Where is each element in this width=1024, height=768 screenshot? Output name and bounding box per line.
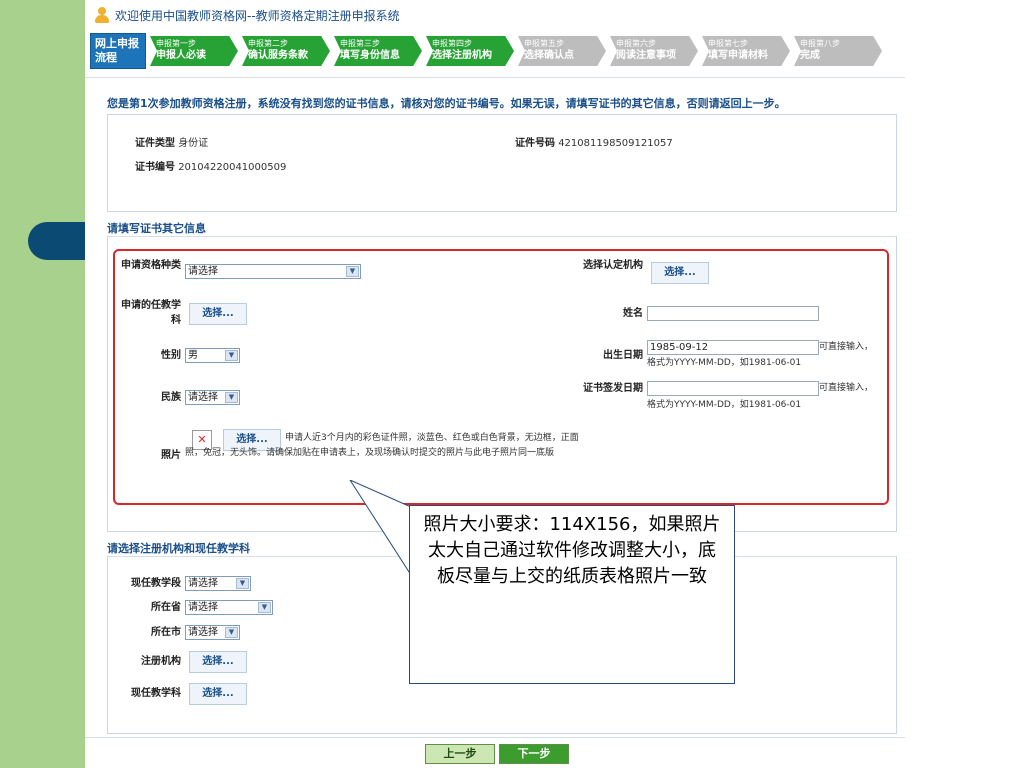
subject-label: 申请的任教学科 [121, 300, 181, 326]
id-type-label: 证件类型 [135, 138, 175, 149]
divider [85, 77, 905, 78]
stage-label: 现任教学段 [131, 578, 181, 589]
step-8-label: 完成 [800, 50, 820, 61]
id-number-label: 证件号码 [515, 138, 555, 149]
highlight-box [113, 249, 889, 505]
birth-hint-1: 可直接输入， [819, 342, 874, 352]
cert-no-value: 20104220041000509 [178, 162, 287, 173]
bottom-navigation: 上一步 下一步 [425, 744, 569, 764]
chevron-down-icon: ▼ [225, 392, 238, 403]
step-5-label: 选择确认点 [524, 50, 574, 61]
step-1-label: 申报人必读 [156, 50, 206, 61]
qualification-select-value: 请选择 [188, 266, 218, 277]
current-subject-choose-button[interactable]: 选择... [189, 683, 247, 705]
current-subject-label: 现任教学科 [131, 688, 181, 699]
id-type-row: 证件类型 身份证 [135, 134, 208, 149]
birth-input[interactable]: 1985-09-12 [647, 340, 819, 355]
step-1-number: 申报第一步 [156, 39, 196, 48]
issue-hint-1: 可直接输入， [819, 383, 874, 393]
issue-hint-2: 格式为YYYY-MM-DD，如1981-06-01 [647, 400, 802, 410]
next-button[interactable]: 下一步 [499, 744, 569, 764]
step-2[interactable]: 申报第二步确认服务条款 [242, 36, 330, 66]
step-3[interactable]: 申报第三步填写身份信息 [334, 36, 422, 66]
id-number-value: 421081198509121057 [558, 138, 673, 149]
subject-choose-button[interactable]: 选择... [189, 303, 247, 325]
gender-select-value: 男 [188, 350, 198, 361]
step-7: 申报第七步填写申请材料 [702, 36, 790, 66]
chevron-down-icon: ▼ [258, 602, 271, 613]
photo-label: 照片 [161, 450, 181, 461]
step-4-number: 申报第四步 [432, 39, 472, 48]
city-label: 所在市 [151, 627, 181, 638]
step-flow-title: 网上申报流程 [90, 33, 146, 69]
province-select[interactable]: 请选择 ▼ [185, 600, 273, 615]
other-info-title: 请填写证书其它信息 [107, 222, 206, 235]
page: 欢迎使用中国教师资格网--教师资格定期注册申报系统 网上申报流程 申报第一步 申报… [85, 0, 1024, 768]
qualification-label: 申请资格种类 [121, 260, 181, 271]
left-sidebar-tab [28, 222, 85, 260]
id-type-value: 身份证 [178, 138, 209, 149]
ethnicity-select-value: 请选择 [188, 392, 218, 403]
step-7-number: 申报第七步 [708, 39, 748, 48]
ethnicity-label: 民族 [161, 392, 181, 403]
name-input[interactable] [647, 306, 819, 321]
birth-hint-2: 格式为YYYY-MM-DD，如1981-06-01 [647, 358, 802, 368]
authority-label: 选择认定机构 [583, 260, 643, 271]
step-6-number: 申报第六步 [616, 39, 656, 48]
province-select-value: 请选择 [188, 602, 218, 613]
issue-date-input[interactable] [647, 381, 819, 396]
step-2-number: 申报第二步 [248, 39, 288, 48]
photo-description: 申请人近3个月内的彩色证件照，淡蓝色、红色或白色背景，无边框，正面照，免冠，无头… [185, 433, 579, 458]
chevron-down-icon: ▼ [225, 350, 238, 361]
ethnicity-select[interactable]: 请选择 ▼ [185, 390, 240, 405]
step-2-label: 确认服务条款 [248, 50, 308, 61]
step-6: 申报第六步阅读注意事项 [610, 36, 698, 66]
photo-size-callout: 照片大小要求：114X156，如果照片太大自己通过软件修改调整大小，底板尽量与上… [409, 505, 735, 684]
org-label: 注册机构 [141, 656, 181, 667]
step-1[interactable]: 申报第一步申报人必读 [150, 36, 238, 66]
notice-text: 您是第1次参加教师资格注册，系统没有找到您的证书信息，请核对您的证书编号。如果无… [107, 97, 786, 110]
chevron-down-icon: ▼ [225, 627, 238, 638]
header: 欢迎使用中国教师资格网--教师资格定期注册申报系统 [93, 4, 400, 26]
step-3-label: 填写身份信息 [340, 50, 400, 61]
province-label: 所在省 [151, 602, 181, 613]
step-4[interactable]: 申报第四步选择注册机构 [426, 36, 514, 66]
city-select-value: 请选择 [188, 627, 218, 638]
name-label: 姓名 [623, 308, 643, 319]
registration-title: 请选择注册机构和现任教学科 [107, 542, 250, 555]
gender-select[interactable]: 男 ▼ [185, 348, 240, 363]
id-number-row: 证件号码 421081198509121057 [515, 134, 673, 149]
org-choose-button[interactable]: 选择... [189, 651, 247, 673]
cert-no-row: 证书编号 20104220041000509 [135, 158, 286, 173]
step-6-label: 阅读注意事项 [616, 50, 676, 61]
step-8-number: 申报第八步 [800, 39, 840, 48]
chevron-down-icon: ▼ [236, 578, 249, 589]
step-7-label: 填写申请材料 [708, 50, 768, 61]
step-3-number: 申报第三步 [340, 39, 380, 48]
issue-date-label: 证书签发日期 [583, 383, 643, 394]
header-title: 欢迎使用中国教师资格网--教师资格定期注册申报系统 [115, 8, 400, 23]
step-navigation: 网上申报流程 申报第一步申报人必读 申报第二步确认服务条款 申报第三步填写身份信… [90, 33, 882, 69]
city-select[interactable]: 请选择 ▼ [185, 625, 240, 640]
birth-label: 出生日期 [603, 350, 643, 361]
step-5-number: 申报第五步 [524, 39, 564, 48]
left-sidebar-band [0, 0, 85, 768]
gender-label: 性别 [161, 350, 181, 361]
stage-select[interactable]: 请选择 ▼ [185, 576, 251, 591]
step-8: 申报第八步 完成 [794, 36, 882, 66]
user-icon [93, 6, 111, 24]
chevron-down-icon: ▼ [346, 266, 359, 277]
step-5: 申报第五步选择确认点 [518, 36, 606, 66]
authority-choose-button[interactable]: 选择... [651, 262, 709, 284]
stage-select-value: 请选择 [188, 578, 218, 589]
cert-no-label: 证书编号 [135, 162, 175, 173]
step-4-label: 选择注册机构 [432, 50, 492, 61]
qualification-select[interactable]: 请选择 ▼ [185, 264, 361, 279]
divider [85, 737, 905, 738]
prev-button[interactable]: 上一步 [425, 744, 495, 764]
